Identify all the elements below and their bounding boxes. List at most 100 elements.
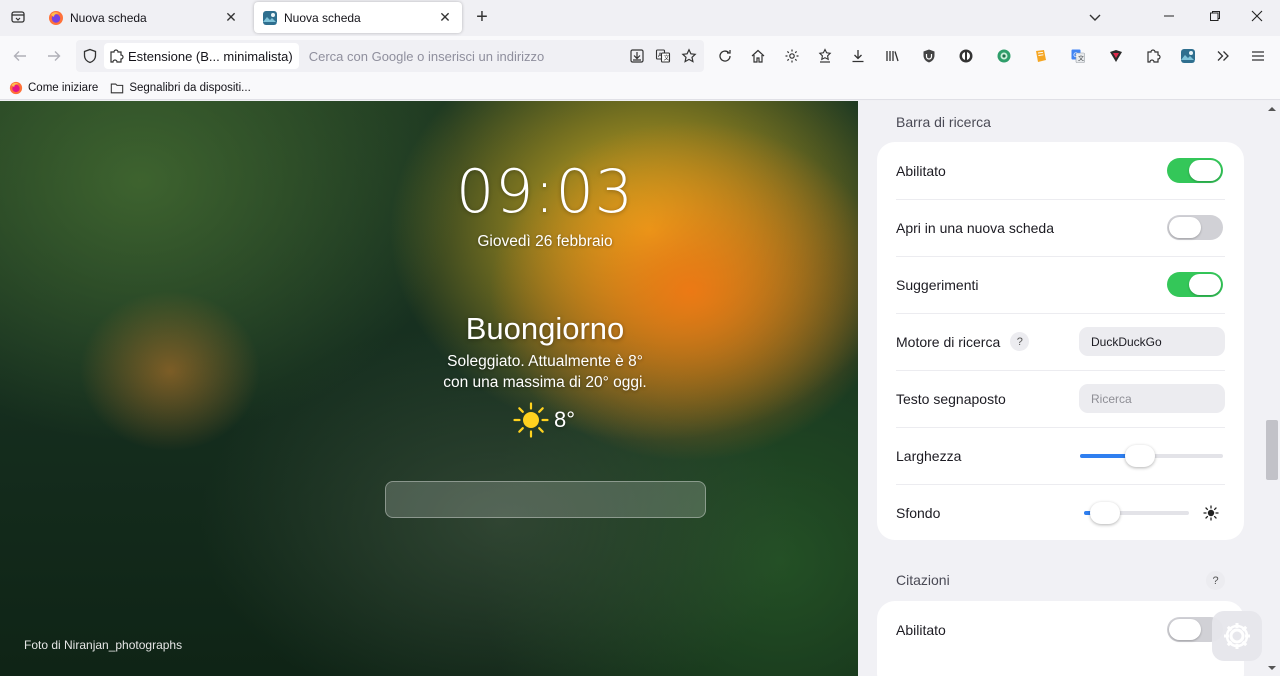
- clock-date: Giovedì 26 febbraio: [477, 233, 613, 250]
- bookmark-come-iniziare[interactable]: Come iniziare: [9, 81, 98, 95]
- settings-gear-icon[interactable]: [780, 44, 804, 68]
- setting-row-quotes-enabled: Abilitato: [877, 601, 1244, 658]
- help-icon[interactable]: ?: [1206, 571, 1225, 590]
- setting-row-open-new-tab: Apri in una nuova scheda: [877, 199, 1244, 256]
- close-window-icon[interactable]: [1234, 0, 1280, 32]
- library-icon[interactable]: [880, 44, 904, 68]
- open-new-tab-toggle[interactable]: [1167, 215, 1223, 240]
- toggle-knob: [1169, 217, 1201, 238]
- green-circle-extension-icon[interactable]: [992, 44, 1016, 68]
- search-enabled-toggle[interactable]: [1167, 158, 1223, 183]
- bookmark-star-icon[interactable]: [678, 45, 700, 67]
- width-slider[interactable]: [1080, 445, 1223, 467]
- suggestions-toggle[interactable]: [1167, 272, 1223, 297]
- brightness-sun-icon: [1203, 505, 1219, 521]
- setting-label: Suggerimenti: [896, 276, 979, 293]
- setting-label: Motore di ricerca: [896, 333, 1001, 350]
- scroll-down-arrow-icon[interactable]: [1268, 664, 1276, 672]
- setting-row-suggestions: Suggerimenti: [877, 256, 1244, 313]
- search-bar[interactable]: [385, 481, 706, 518]
- setting-label: Larghezza: [896, 447, 962, 464]
- video-downloader-icon[interactable]: [1104, 44, 1128, 68]
- section-title-search-bar: Barra di ricerca: [896, 114, 991, 130]
- bookmark-folder-dispositivi[interactable]: Segnalibri da dispositi...: [110, 81, 251, 95]
- help-icon[interactable]: ?: [1010, 332, 1030, 351]
- slider-thumb[interactable]: [1090, 502, 1120, 524]
- scrollbar-thumb[interactable]: [1266, 420, 1278, 480]
- bookmark-label: Come iniziare: [28, 81, 99, 94]
- bookmark-label: Segnalibri da dispositi...: [129, 81, 251, 94]
- minimize-icon[interactable]: [1146, 0, 1192, 32]
- restore-icon[interactable]: [1192, 0, 1238, 32]
- hamburger-menu-icon[interactable]: [1246, 44, 1270, 68]
- settings-gear-button[interactable]: [1212, 611, 1262, 661]
- forward-arrow-icon[interactable]: [42, 44, 66, 68]
- greeting: Buongiorno: [465, 311, 625, 346]
- puzzle-icon: [108, 48, 124, 64]
- upload-star-icon[interactable]: [813, 44, 837, 68]
- bookmarks-toolbar: Come iniziare Segnalibri da dispositi...: [0, 76, 1280, 100]
- weather-line-1: Soleggiato. Attualmente è 8°: [447, 353, 643, 370]
- address-input[interactable]: [298, 48, 626, 64]
- search-engine-select[interactable]: DuckDuckGo: [1079, 327, 1225, 356]
- setting-row-width: Larghezza: [877, 427, 1244, 484]
- firefox-icon: [48, 10, 64, 26]
- svg-text:文: 文: [664, 54, 670, 62]
- reload-icon[interactable]: [713, 44, 737, 68]
- svg-text:文: 文: [1078, 55, 1084, 63]
- note-extension-icon[interactable]: [1029, 44, 1053, 68]
- translate-icon[interactable]: A文: [652, 45, 674, 67]
- save-page-icon[interactable]: [626, 45, 648, 67]
- tab-nuova-scheda-2[interactable]: Nuova scheda ✕: [254, 2, 462, 33]
- setting-label: Sfondo: [896, 504, 941, 521]
- privacy-badger-icon[interactable]: [954, 44, 978, 68]
- toggle-knob: [1189, 160, 1221, 181]
- weather-current: 8°: [512, 401, 575, 439]
- slider-thumb[interactable]: [1125, 445, 1155, 467]
- navigation-toolbar: Estensione (B... minimalista) A文: [0, 36, 1280, 76]
- sun-icon: [512, 401, 550, 439]
- setting-row-search-enabled: Abilitato: [877, 142, 1244, 199]
- tab-title: Nuova scheda: [284, 10, 361, 25]
- background-slider[interactable]: [1084, 502, 1189, 524]
- scroll-up-arrow-icon[interactable]: [1268, 105, 1276, 113]
- home-icon[interactable]: [746, 44, 770, 68]
- google-translate-icon[interactable]: G文: [1066, 44, 1090, 68]
- new-tab-plus-icon[interactable]: +: [471, 6, 493, 28]
- folder-icon: [110, 81, 124, 95]
- clock-time: 09:03: [456, 157, 634, 227]
- tab-list-icon[interactable]: [6, 5, 30, 29]
- setting-label: Testo segnaposto: [896, 390, 1006, 407]
- identity-label: Estensione (B... minimalista): [128, 48, 293, 64]
- wallpaper-photo: 09:03 Giovedì 26 febbraio Buongiorno Sol…: [0, 101, 858, 676]
- placeholder-text-input[interactable]: Ricerca: [1079, 384, 1225, 413]
- search-bar-settings-card: Abilitato Apri in una nuova scheda Sugge…: [877, 142, 1244, 540]
- firefox-icon: [9, 81, 23, 95]
- toggle-knob: [1169, 619, 1201, 640]
- setting-row-search-engine: Motore di ricerca ? DuckDuckGo: [877, 313, 1244, 370]
- setting-label: Apri in una nuova scheda: [896, 219, 1054, 236]
- back-arrow-icon[interactable]: [8, 44, 32, 68]
- settings-panel: Barra di ricerca Abilitato Apri in una n…: [858, 101, 1264, 676]
- shield-icon[interactable]: [76, 40, 104, 72]
- page-content: 09:03 Giovedì 26 febbraio Buongiorno Sol…: [0, 101, 1280, 676]
- chevron-down-icon[interactable]: [1084, 6, 1106, 28]
- extension-photo-icon[interactable]: [1176, 44, 1200, 68]
- tab-nuova-scheda-1[interactable]: Nuova scheda ✕: [40, 2, 248, 33]
- ublock-shield-icon[interactable]: [917, 44, 941, 68]
- downloads-icon[interactable]: [846, 44, 870, 68]
- photo-credit[interactable]: Foto di Niranjan_photographs: [24, 638, 182, 652]
- close-tab-icon[interactable]: ✕: [436, 9, 454, 27]
- weather-line-2: con una massima di 20° oggi.: [443, 374, 647, 391]
- extension-identity[interactable]: Estensione (B... minimalista): [104, 43, 299, 69]
- section-title-quotes: Citazioni: [896, 572, 950, 588]
- url-bar[interactable]: Estensione (B... minimalista) A文: [76, 40, 704, 72]
- settings-scrollbar[interactable]: [1264, 101, 1280, 676]
- extensions-puzzle-icon[interactable]: [1141, 44, 1165, 68]
- setting-label: Abilitato: [896, 621, 946, 638]
- close-tab-icon[interactable]: ✕: [222, 9, 240, 27]
- toggle-knob: [1189, 274, 1221, 295]
- extension-photo-icon: [262, 10, 278, 26]
- tab-strip: Nuova scheda ✕ Nuova scheda ✕ +: [0, 0, 1280, 36]
- overflow-chevrons-icon[interactable]: [1211, 44, 1235, 68]
